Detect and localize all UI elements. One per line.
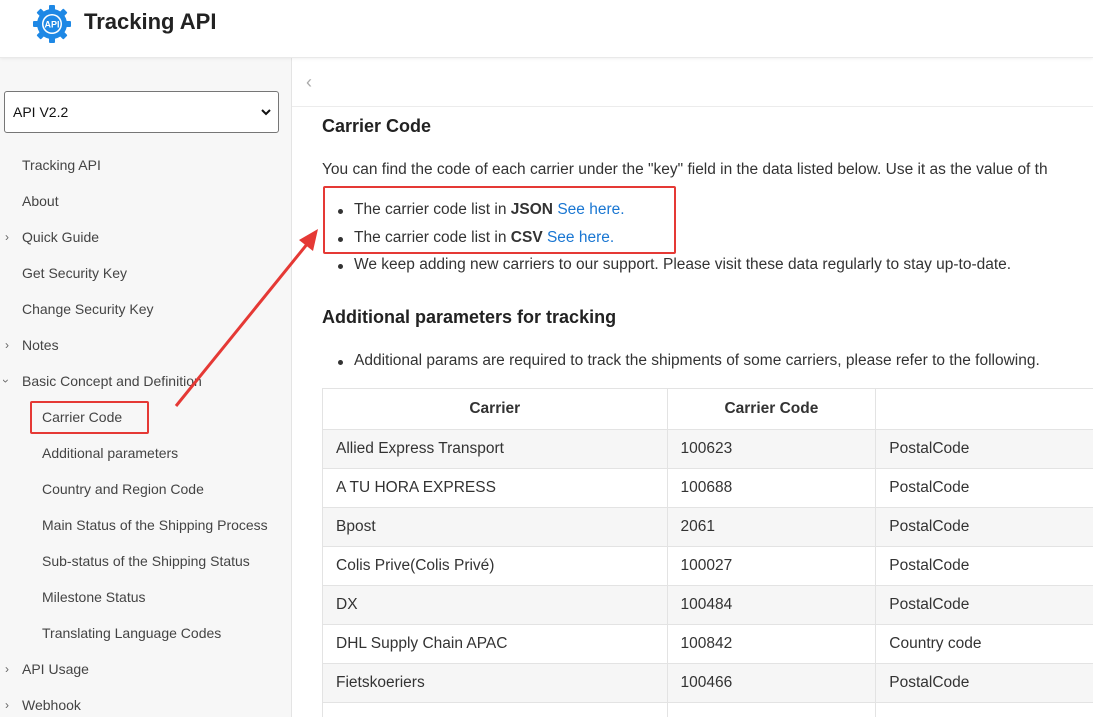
sidebar-item-label: Translating Language Codes xyxy=(42,625,222,641)
cell-param: PostalCode xyxy=(875,429,1093,469)
section-title-additional-params: Additional parameters for tracking xyxy=(322,307,617,327)
sidebar-item-additional-parameters[interactable]: Additional parameters xyxy=(42,441,178,465)
chevron-down-icon xyxy=(261,109,271,116)
table-row: Colis Prive(Colis Privé) 100027 PostalCo… xyxy=(322,546,1093,586)
sidebar-item-label: API Usage xyxy=(22,661,89,677)
sidebar-item-label: Additional parameters xyxy=(42,445,179,461)
main-content: ‹ Carrier Code You can find the code of … xyxy=(292,58,1093,717)
cell-carrier-code: 100688 xyxy=(666,468,877,508)
carrier-code-intro: You can find the code of each carrier un… xyxy=(322,161,1048,178)
column-header: Carrier Code xyxy=(666,388,877,430)
sidebar-item-api-usage[interactable]: › API Usage xyxy=(5,657,89,681)
sidebar-item-label: Quick Guide xyxy=(22,229,100,245)
section-title-carrier-code: Carrier Code xyxy=(322,116,432,136)
sidebar-item-tracking-api[interactable]: Tracking API xyxy=(22,153,101,177)
sidebar-item-basic-concept[interactable]: › Basic Concept and Definition xyxy=(0,369,202,393)
sidebar-item-notes[interactable]: › Notes xyxy=(5,333,59,357)
annotation-highlight-box xyxy=(323,186,676,254)
cell-param: PostalCode xyxy=(875,546,1093,586)
chevron-down-icon[interactable]: › xyxy=(0,379,18,383)
cell-carrier-code: 100842 xyxy=(666,624,877,664)
cell-param: PostalCode xyxy=(875,585,1093,625)
cell-carrier: DHL Supply Chain APAC xyxy=(322,624,668,664)
gear-api-icon[interactable]: API xyxy=(31,3,73,45)
annotation-highlight-box xyxy=(30,401,149,434)
app-title: Tracking API xyxy=(84,9,217,34)
content-toolbar: ‹ xyxy=(292,58,1093,107)
sidebar-item-about[interactable]: About xyxy=(22,189,59,213)
cell-carrier-code: 100027 xyxy=(666,546,877,586)
cell-carrier xyxy=(322,702,668,717)
chevron-right-icon[interactable]: › xyxy=(5,333,9,357)
sidebar-item-label: Change Security Key xyxy=(22,301,154,317)
cell-carrier: Allied Express Transport xyxy=(322,429,668,469)
table-row: DHL Supply Chain APAC 100842 Country cod… xyxy=(322,624,1093,664)
sidebar-item-quick-guide[interactable]: › Quick Guide xyxy=(5,225,100,249)
sidebar-item-label: Sub-status of the Shipping Status xyxy=(42,553,250,569)
cell-carrier: Fietskoeriers xyxy=(322,663,668,703)
sidebar-item-get-security-key[interactable]: Get Security Key xyxy=(22,261,127,285)
chevron-left-icon[interactable]: ‹ xyxy=(306,72,312,93)
table-row: Bpost 2061 PostalCode xyxy=(322,507,1093,547)
chevron-right-icon[interactable]: › xyxy=(5,657,9,681)
sidebar-item-label: Get Security Key xyxy=(22,265,128,281)
chevron-right-icon[interactable]: › xyxy=(5,225,9,249)
sidebar-item-label: Basic Concept and Definition xyxy=(22,373,202,389)
table-row: DX 100484 PostalCode xyxy=(322,585,1093,625)
sidebar-item-webhook[interactable]: › Webhook xyxy=(5,693,81,717)
list-item-additional-params: Additional params are required to track … xyxy=(338,352,1040,369)
version-select[interactable]: API V2.2 xyxy=(4,91,279,133)
carrier-params-table: Carrier Carrier Code Allied Express Tran… xyxy=(322,388,1093,717)
sidebar-item-label: Main Status of the Shipping Process xyxy=(42,517,268,533)
sidebar-item-label: Milestone Status xyxy=(42,589,146,605)
cell-carrier-code: 100466 xyxy=(666,663,877,703)
table-row: A TU HORA EXPRESS 100688 PostalCode xyxy=(322,468,1093,508)
cell-carrier: DX xyxy=(322,585,668,625)
sidebar-item-label: Country and Region Code xyxy=(42,481,204,497)
table-row xyxy=(322,702,1093,717)
table-header-row: Carrier Carrier Code xyxy=(322,388,1093,430)
sidebar-item-label: Tracking API xyxy=(22,157,101,173)
sidebar-item-label: About xyxy=(22,193,59,209)
table-row: Fietskoeriers 100466 PostalCode xyxy=(322,663,1093,703)
cell-carrier-code: 100623 xyxy=(666,429,877,469)
version-select-value: API V2.2 xyxy=(13,104,69,120)
column-header: Carrier xyxy=(322,388,668,430)
cell-carrier: A TU HORA EXPRESS xyxy=(322,468,668,508)
chevron-right-icon[interactable]: › xyxy=(5,693,9,717)
cell-carrier: Colis Prive(Colis Privé) xyxy=(322,546,668,586)
cell-param: PostalCode xyxy=(875,663,1093,703)
sidebar-item-milestone-status[interactable]: Milestone Status xyxy=(42,585,146,609)
cell-carrier-code: 2061 xyxy=(666,507,877,547)
logo-text: API xyxy=(44,20,59,30)
sidebar-item-label: Webhook xyxy=(22,697,81,713)
cell-param: Country code xyxy=(875,624,1093,664)
sidebar-item-sub-status[interactable]: Sub-status of the Shipping Status xyxy=(42,549,250,573)
sidebar-item-language-codes[interactable]: Translating Language Codes xyxy=(42,621,221,645)
table-row: Allied Express Transport 100623 PostalCo… xyxy=(322,429,1093,469)
list-item-keep-adding: We keep adding new carriers to our suppo… xyxy=(337,256,1012,273)
sidebar-item-change-security-key[interactable]: Change Security Key xyxy=(22,297,154,321)
cell-carrier: Bpost xyxy=(322,507,668,547)
column-header xyxy=(875,388,1093,430)
cell-param: PostalCode xyxy=(875,468,1093,508)
sidebar-item-label: Notes xyxy=(22,337,59,353)
app-header: API Tracking API xyxy=(0,0,1093,58)
sidebar-item-country-region-code[interactable]: Country and Region Code xyxy=(42,477,204,501)
cell-param: PostalCode xyxy=(875,507,1093,547)
cell-carrier-code xyxy=(666,702,877,717)
cell-carrier-code: 100484 xyxy=(666,585,877,625)
sidebar: API V2.2 Tracking API About › Quick Guid… xyxy=(0,58,292,717)
sidebar-item-main-status[interactable]: Main Status of the Shipping Process xyxy=(42,513,268,537)
cell-param xyxy=(875,702,1093,717)
